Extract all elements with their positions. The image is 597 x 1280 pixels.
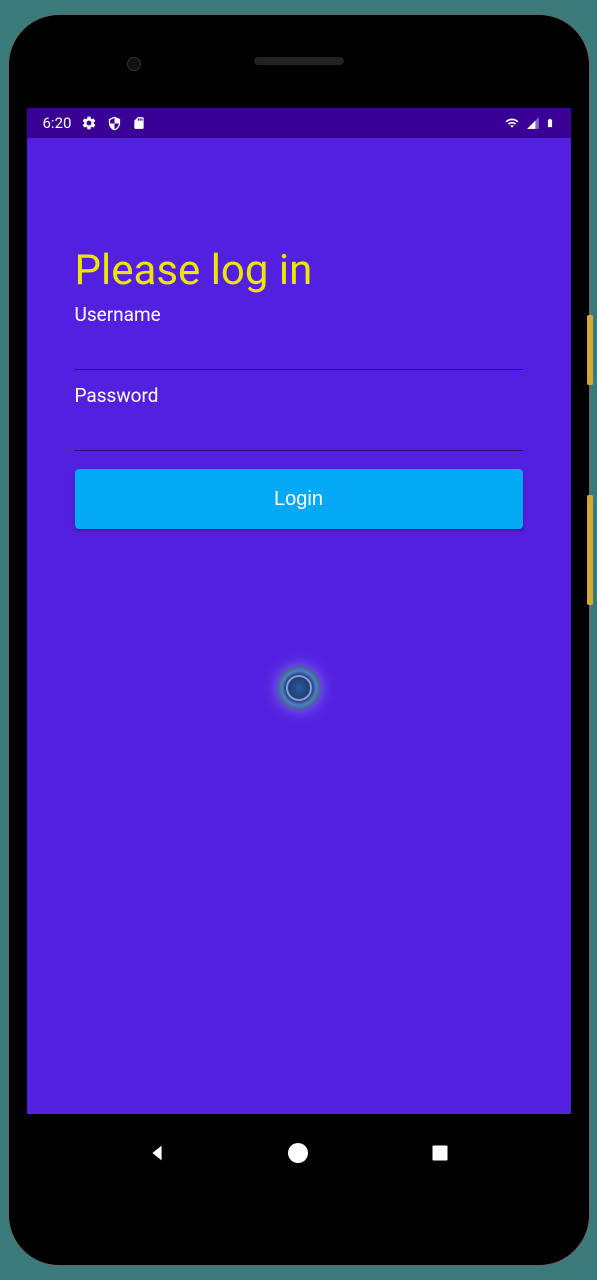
screen-bezel-top [27, 33, 571, 108]
battery-icon [545, 115, 555, 131]
wifi-icon [503, 116, 521, 130]
password-label: Password [75, 384, 523, 407]
nav-home-button[interactable] [273, 1128, 323, 1178]
phone-camera [127, 57, 141, 71]
phone-side-button [587, 495, 593, 605]
password-field-group: Password [75, 384, 523, 465]
phone-speaker [254, 57, 344, 65]
shield-icon [107, 116, 122, 131]
nav-recent-button[interactable] [415, 1128, 465, 1178]
status-bar: 6:20 [27, 108, 571, 138]
navigation-bar [27, 1114, 571, 1192]
signal-icon [525, 116, 541, 130]
password-input[interactable] [75, 413, 523, 451]
phone-side-button [587, 315, 593, 385]
login-screen: Please log in Username Password Login [27, 138, 571, 1114]
screen-bezel-bottom [27, 1192, 571, 1247]
nav-back-button[interactable] [132, 1128, 182, 1178]
status-time: 6:20 [43, 114, 72, 132]
username-field-group: Username [75, 303, 523, 384]
login-title: Please log in [75, 246, 523, 295]
assistant-orb-icon[interactable] [277, 666, 321, 710]
status-right [503, 115, 555, 131]
settings-icon [81, 115, 97, 131]
username-label: Username [75, 303, 523, 326]
status-left: 6:20 [43, 114, 147, 132]
screen: 6:20 [27, 33, 571, 1247]
sd-card-icon [132, 115, 146, 131]
phone-frame: 6:20 [9, 15, 589, 1265]
login-button[interactable]: Login [75, 469, 523, 529]
username-input[interactable] [75, 332, 523, 370]
